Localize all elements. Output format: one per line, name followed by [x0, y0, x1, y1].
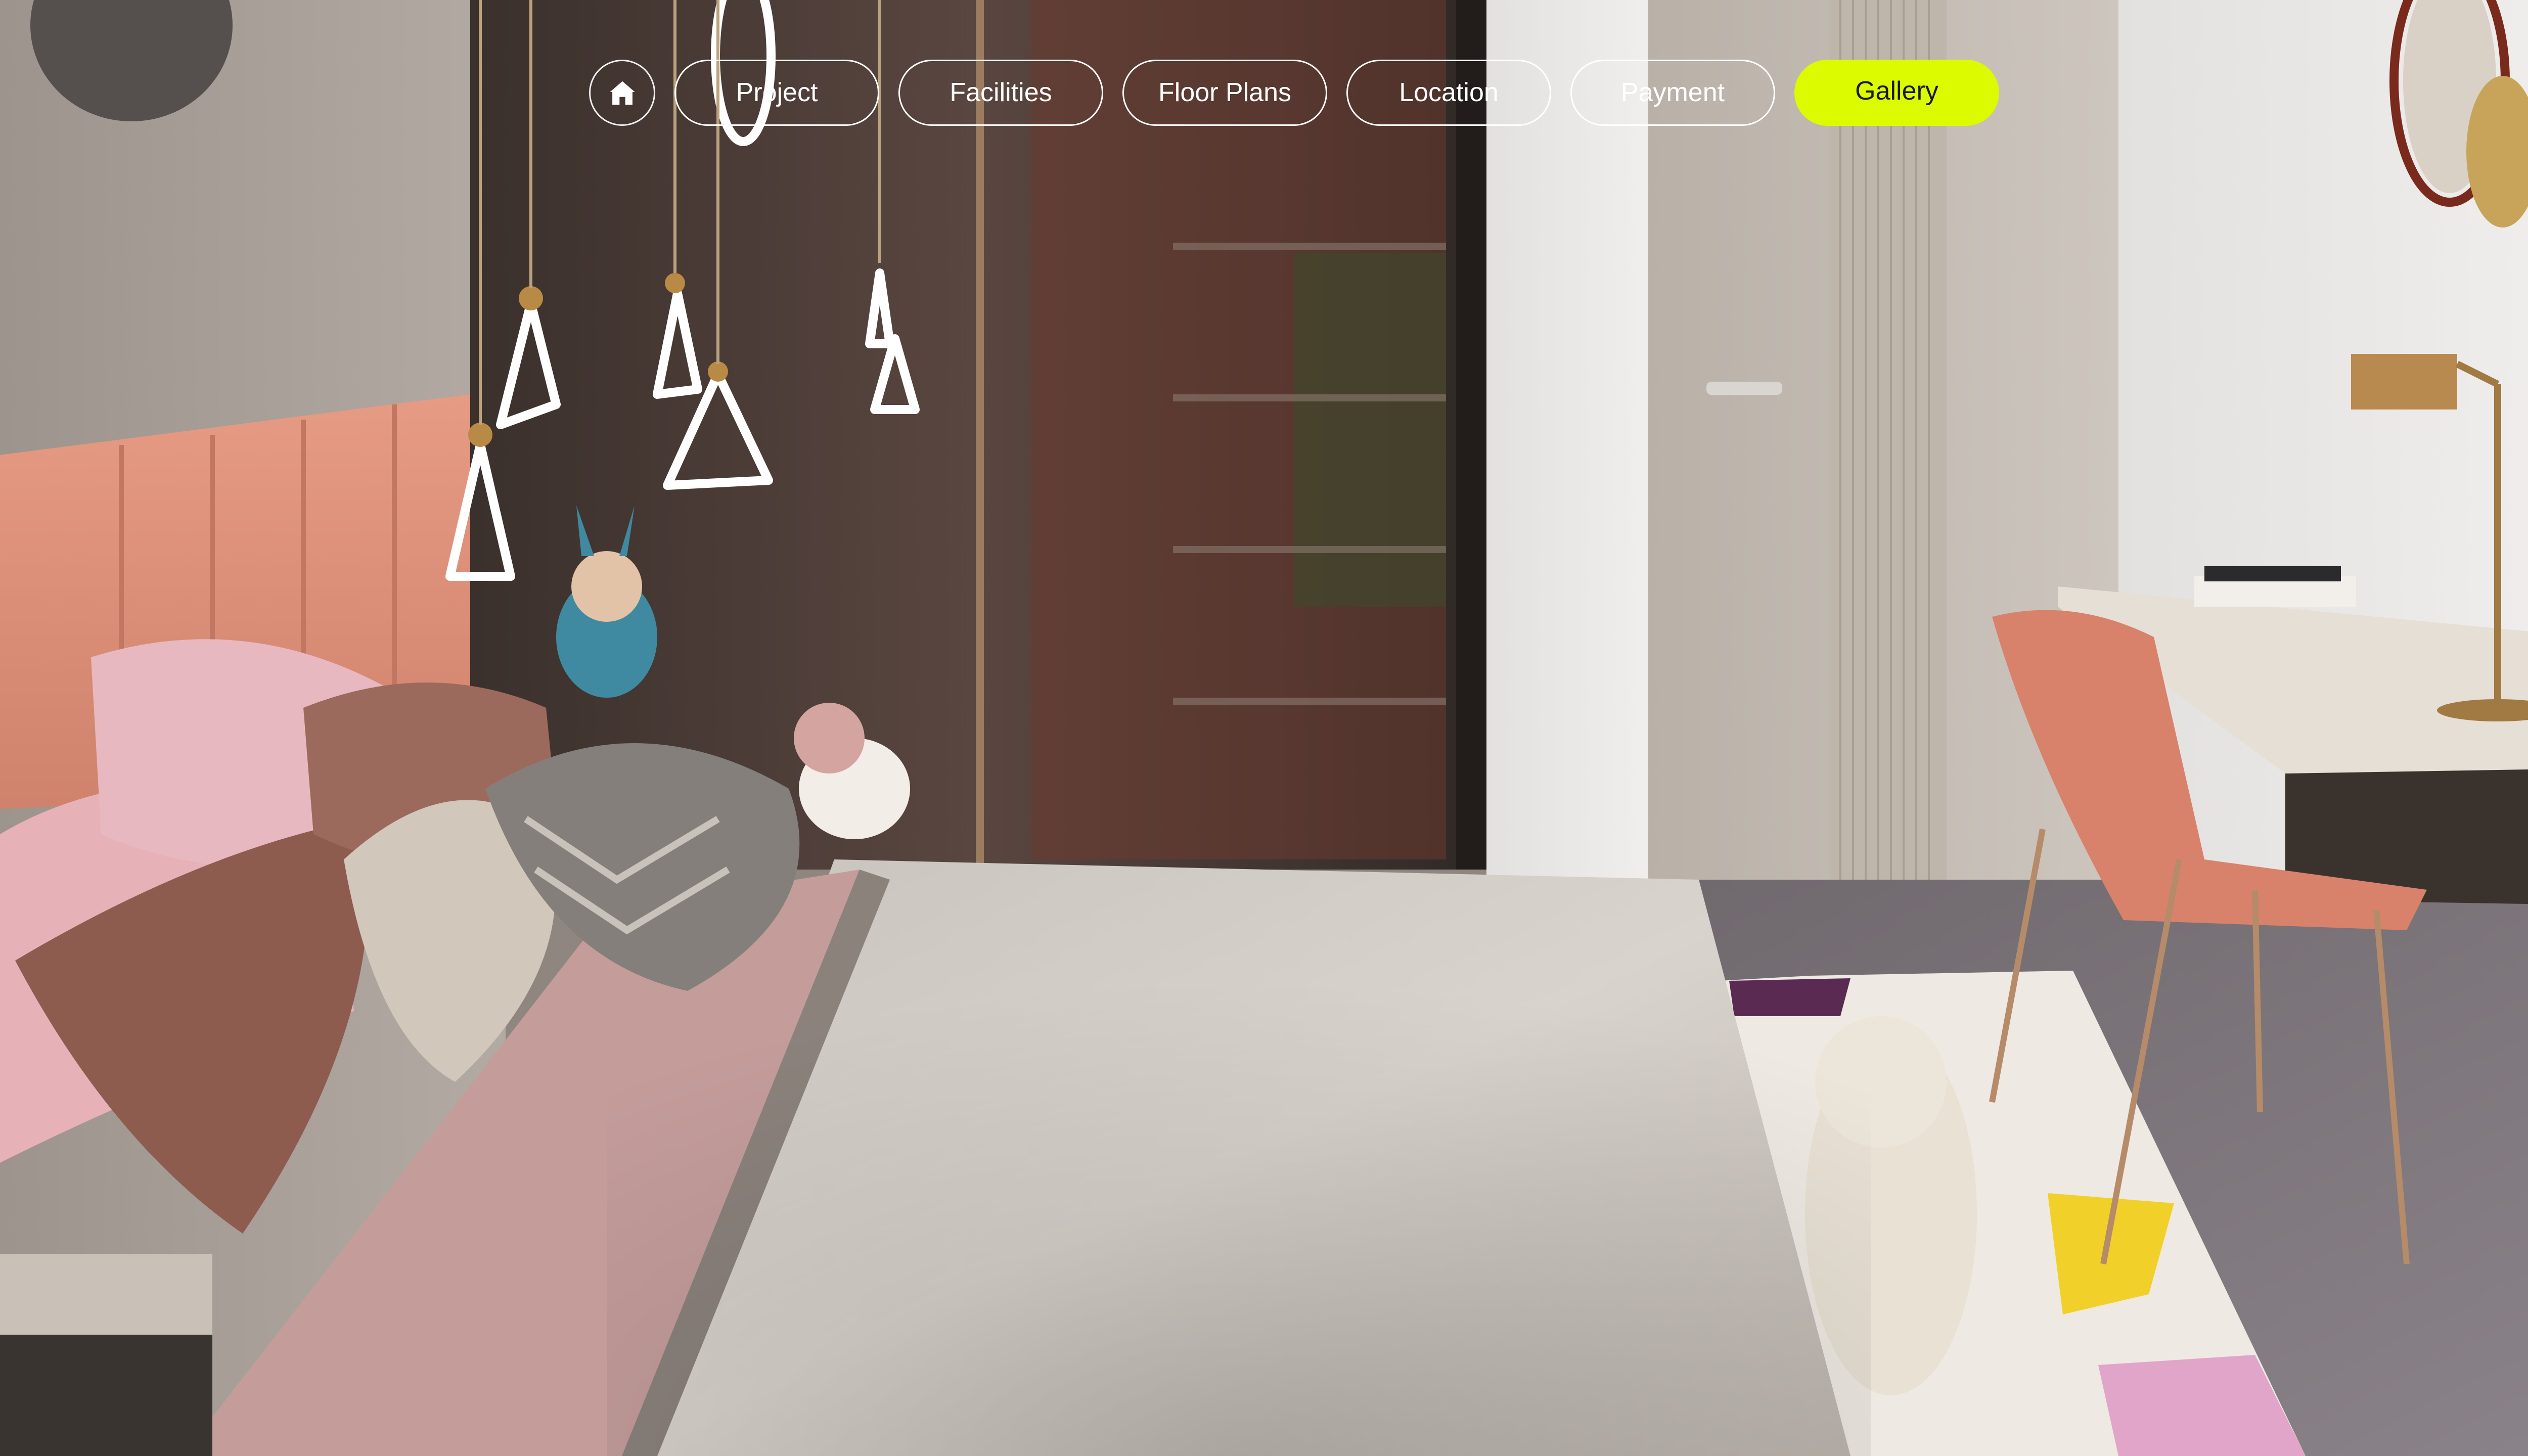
gallery-page: Project Facilities Floor Plans Location …: [0, 0, 2528, 1456]
nav-project-button[interactable]: Project: [674, 60, 879, 126]
nav-payment-button[interactable]: Payment: [1570, 60, 1775, 126]
home-button[interactable]: [589, 60, 655, 126]
bedroom-gallery-image: [0, 0, 2528, 1456]
nav-facilities-button[interactable]: Facilities: [898, 60, 1103, 126]
top-navigation: Project Facilities Floor Plans Location …: [589, 60, 1999, 126]
home-icon: [609, 81, 635, 105]
nav-floor-plans-button[interactable]: Floor Plans: [1122, 60, 1327, 126]
nav-gallery-button[interactable]: Gallery: [1794, 60, 1999, 126]
nav-location-button[interactable]: Location: [1346, 60, 1551, 126]
